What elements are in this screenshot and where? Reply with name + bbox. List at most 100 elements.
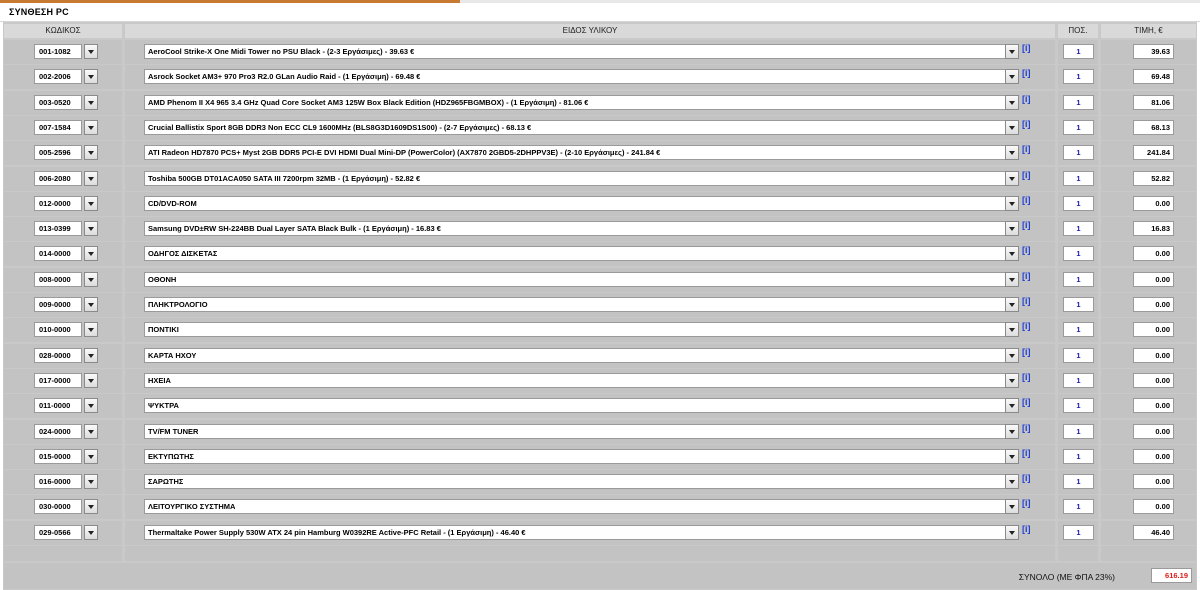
code-select[interactable]: 016-0000 <box>34 474 82 490</box>
quantity-input[interactable]: 1 <box>1063 246 1094 262</box>
code-select[interactable]: 010-0000 <box>34 322 82 338</box>
component-dropdown-arrow-icon[interactable] <box>1005 322 1019 338</box>
info-link-icon[interactable]: [i] <box>1022 321 1031 331</box>
code-dropdown-arrow-icon[interactable] <box>84 372 98 388</box>
info-link-icon[interactable]: [i] <box>1022 245 1031 255</box>
component-select[interactable]: ΟΔΗΓΟΣ ΔΙΣΚΕΤΑΣ <box>144 246 1008 262</box>
info-link-icon[interactable]: [i] <box>1022 397 1031 407</box>
info-link-icon[interactable]: [i] <box>1022 94 1031 104</box>
quantity-input[interactable]: 1 <box>1063 271 1094 287</box>
component-dropdown-arrow-icon[interactable] <box>1005 271 1019 287</box>
component-select[interactable]: ΗΧΕΙΑ <box>144 372 1008 388</box>
info-link-icon[interactable]: [i] <box>1022 271 1031 281</box>
quantity-input[interactable]: 1 <box>1063 221 1094 237</box>
quantity-input[interactable]: 1 <box>1063 195 1094 211</box>
code-select[interactable]: 009-0000 <box>34 297 82 312</box>
component-select[interactable]: Thermaltake Power Supply 530W ATX 24 pin… <box>144 524 1008 540</box>
info-link-icon[interactable]: [i] <box>1022 524 1031 534</box>
quantity-input[interactable]: 1 <box>1063 170 1094 186</box>
component-dropdown-arrow-icon[interactable] <box>1005 372 1019 388</box>
quantity-input[interactable]: 1 <box>1063 398 1094 414</box>
code-select[interactable]: 001-1082 <box>34 44 82 59</box>
code-dropdown-arrow-icon[interactable] <box>84 271 98 287</box>
code-select[interactable]: 003-0520 <box>34 94 82 110</box>
component-dropdown-arrow-icon[interactable] <box>1005 94 1019 110</box>
code-dropdown-arrow-icon[interactable] <box>84 69 98 85</box>
info-link-icon[interactable]: [i] <box>1022 119 1031 129</box>
code-dropdown-arrow-icon[interactable] <box>84 246 98 262</box>
component-dropdown-arrow-icon[interactable] <box>1005 347 1019 363</box>
info-link-icon[interactable]: [i] <box>1022 220 1031 230</box>
component-select[interactable]: AMD Phenom II X4 965 3.4 GHz Quad Core S… <box>144 94 1008 110</box>
component-dropdown-arrow-icon[interactable] <box>1005 195 1019 211</box>
quantity-input[interactable]: 1 <box>1063 448 1094 464</box>
code-select[interactable]: 017-0000 <box>34 372 82 388</box>
component-dropdown-arrow-icon[interactable] <box>1005 145 1019 161</box>
component-select[interactable]: Samsung DVD±RW SH-224BB Dual Layer SATA … <box>144 221 1008 237</box>
code-select[interactable]: 002-2006 <box>34 69 82 85</box>
code-select[interactable]: 030-0000 <box>34 499 82 515</box>
code-select[interactable]: 015-0000 <box>34 448 82 464</box>
component-dropdown-arrow-icon[interactable] <box>1005 297 1019 312</box>
info-link-icon[interactable]: [i] <box>1022 195 1031 205</box>
code-dropdown-arrow-icon[interactable] <box>84 145 98 161</box>
code-dropdown-arrow-icon[interactable] <box>84 119 98 135</box>
code-dropdown-arrow-icon[interactable] <box>84 524 98 540</box>
component-select[interactable]: ΠΟΝΤΙΚΙ <box>144 322 1008 338</box>
component-dropdown-arrow-icon[interactable] <box>1005 398 1019 414</box>
info-link-icon[interactable]: [i] <box>1022 296 1031 306</box>
quantity-input[interactable]: 1 <box>1063 145 1094 161</box>
component-dropdown-arrow-icon[interactable] <box>1005 448 1019 464</box>
quantity-input[interactable]: 1 <box>1063 297 1094 312</box>
quantity-input[interactable]: 1 <box>1063 474 1094 490</box>
info-link-icon[interactable]: [i] <box>1022 372 1031 382</box>
code-dropdown-arrow-icon[interactable] <box>84 170 98 186</box>
component-dropdown-arrow-icon[interactable] <box>1005 423 1019 439</box>
info-link-icon[interactable]: [i] <box>1022 68 1031 78</box>
info-link-icon[interactable]: [i] <box>1022 448 1031 458</box>
component-select[interactable]: ATI Radeon HD7870 PCS+ Myst 2GB DDR5 PCI… <box>144 145 1008 161</box>
info-link-icon[interactable]: [i] <box>1022 498 1031 508</box>
quantity-input[interactable]: 1 <box>1063 44 1094 59</box>
code-dropdown-arrow-icon[interactable] <box>84 398 98 414</box>
component-dropdown-arrow-icon[interactable] <box>1005 221 1019 237</box>
quantity-input[interactable]: 1 <box>1063 499 1094 515</box>
code-select[interactable]: 028-0000 <box>34 347 82 363</box>
code-select[interactable]: 012-0000 <box>34 195 82 211</box>
quantity-input[interactable]: 1 <box>1063 94 1094 110</box>
component-dropdown-arrow-icon[interactable] <box>1005 119 1019 135</box>
component-select[interactable]: CD/DVD-ROM <box>144 195 1008 211</box>
code-select[interactable]: 013-0399 <box>34 221 82 237</box>
code-select[interactable]: 007-1584 <box>34 119 82 135</box>
code-dropdown-arrow-icon[interactable] <box>84 499 98 515</box>
code-dropdown-arrow-icon[interactable] <box>84 44 98 59</box>
code-dropdown-arrow-icon[interactable] <box>84 474 98 490</box>
component-dropdown-arrow-icon[interactable] <box>1005 170 1019 186</box>
component-select[interactable]: ΣΑΡΩΤΗΣ <box>144 474 1008 490</box>
code-select[interactable]: 014-0000 <box>34 246 82 262</box>
component-select[interactable]: ΚΑΡΤΑ ΗΧΟΥ <box>144 347 1008 363</box>
quantity-input[interactable]: 1 <box>1063 524 1094 540</box>
quantity-input[interactable]: 1 <box>1063 347 1094 363</box>
component-select[interactable]: TV/FM TUNER <box>144 423 1008 439</box>
quantity-input[interactable]: 1 <box>1063 69 1094 85</box>
quantity-input[interactable]: 1 <box>1063 322 1094 338</box>
component-dropdown-arrow-icon[interactable] <box>1005 499 1019 515</box>
component-select[interactable]: Toshiba 500GB DT01ACA050 SATA III 7200rp… <box>144 170 1008 186</box>
info-link-icon[interactable]: [i] <box>1022 43 1031 53</box>
component-select[interactable]: ΕΚΤΥΠΩΤΗΣ <box>144 448 1008 464</box>
code-select[interactable]: 005-2596 <box>34 145 82 161</box>
component-select[interactable]: Asrock Socket AM3+ 970 Pro3 R2.0 GLan Au… <box>144 69 1008 85</box>
code-dropdown-arrow-icon[interactable] <box>84 297 98 312</box>
code-dropdown-arrow-icon[interactable] <box>84 423 98 439</box>
info-link-icon[interactable]: [i] <box>1022 473 1031 483</box>
component-dropdown-arrow-icon[interactable] <box>1005 524 1019 540</box>
info-link-icon[interactable]: [i] <box>1022 423 1031 433</box>
code-select[interactable]: 029-0566 <box>34 524 82 540</box>
quantity-input[interactable]: 1 <box>1063 372 1094 388</box>
component-select[interactable]: ΟΘΟΝΗ <box>144 271 1008 287</box>
component-select[interactable]: ΨΥΚΤΡΑ <box>144 398 1008 414</box>
info-link-icon[interactable]: [i] <box>1022 347 1031 357</box>
code-select[interactable]: 011-0000 <box>34 398 82 414</box>
quantity-input[interactable]: 1 <box>1063 423 1094 439</box>
